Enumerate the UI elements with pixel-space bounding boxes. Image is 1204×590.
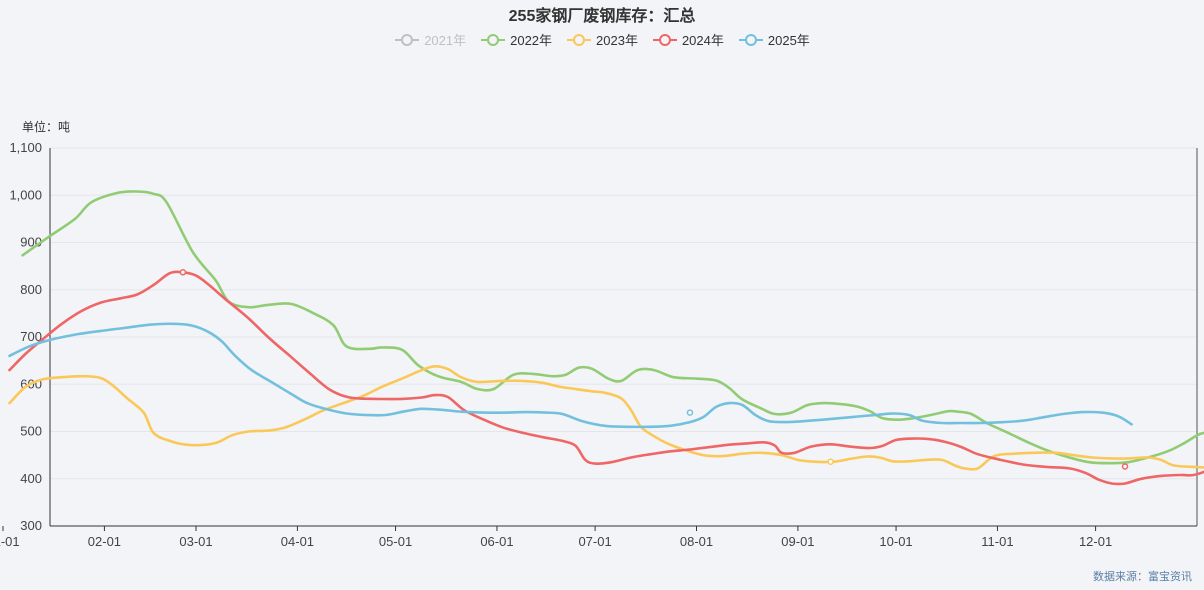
- x-tick-label: 10-01: [879, 534, 912, 549]
- x-tick-label: 12-01: [1079, 534, 1112, 549]
- x-tick-label: 11-01: [981, 534, 1013, 549]
- data-point-marker[interactable]: [827, 458, 834, 465]
- x-tick-label: 02-01: [88, 534, 121, 549]
- y-tick-label: 300: [20, 518, 42, 533]
- y-tick-label: 1,000: [9, 187, 42, 202]
- y-tick-label: 500: [20, 424, 42, 439]
- x-tick-label: 04-01: [281, 534, 314, 549]
- x-tick-label: 06-01: [480, 534, 513, 549]
- data-point-marker[interactable]: [1121, 463, 1129, 470]
- data-point-marker[interactable]: [686, 409, 694, 416]
- x-tick-label: 05-01: [379, 534, 412, 549]
- x-tick-label: 07-01: [578, 534, 611, 549]
- y-tick-label: 400: [20, 471, 42, 486]
- x-tick-label: 01-01: [0, 534, 20, 549]
- y-tick-label: 1,100: [9, 140, 42, 155]
- series-line-2024年[interactable]: [8, 270, 1204, 492]
- data-source-label: 数据来源：富宝资讯: [1093, 571, 1192, 583]
- chart-plot: 3004005006007008009001,0001,10001-0102-0…: [0, 140, 1204, 549]
- x-tick-label: 09-01: [781, 534, 814, 549]
- series-line-2022年[interactable]: [21, 190, 1204, 481]
- x-tick-label: 08-01: [680, 534, 713, 549]
- y-tick-label: 900: [20, 235, 42, 250]
- y-tick-label: 800: [20, 282, 42, 297]
- x-tick-label: 03-01: [179, 534, 212, 549]
- data-point-marker[interactable]: [179, 269, 187, 276]
- series-line-2023年[interactable]: [8, 364, 1204, 471]
